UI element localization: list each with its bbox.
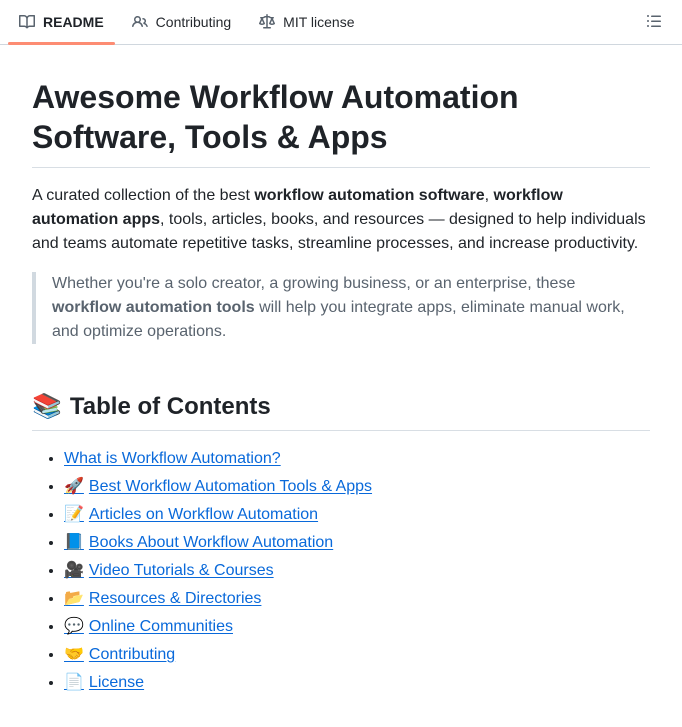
open-folder-emoji-icon: 📂 (64, 590, 84, 607)
movie-camera-emoji-icon: 🎥 (64, 562, 84, 579)
toc-link-label: Best Workflow Automation Tools & Apps (88, 478, 373, 495)
toc-link-license[interactable]: 📄 License (64, 674, 144, 691)
toc-link-label: What is Workflow Automation? (64, 450, 281, 467)
toc-item: 🚀Best Workflow Automation Tools & Apps (64, 475, 650, 499)
toc-link-label: Video Tutorials & Courses (88, 562, 274, 579)
toc-link-label: Books About Workflow Automation (88, 534, 334, 551)
speech-balloon-emoji-icon: 💬 (64, 618, 84, 635)
toc-link-articles[interactable]: 📝 Articles on Workflow Automation (64, 506, 318, 523)
toc-heading-label: Table of Contents (69, 393, 271, 420)
intro-blockquote: Whether you're a solo creator, a growing… (32, 272, 650, 344)
toc-link-label: Online Communities (88, 618, 233, 635)
books-emoji-icon: 📚 (32, 393, 62, 420)
tab-contributing-label: Contributing (155, 14, 232, 30)
readme-article: Awesome Workflow Automation Software, To… (0, 45, 682, 727)
tab-mit-license-label: MIT license (283, 14, 355, 30)
toc-link-best-tools[interactable]: 🚀 Best Workflow Automation Tools & Apps (64, 478, 372, 495)
toc-link-books[interactable]: 📘 Books About Workflow Automation (64, 534, 333, 551)
page-title: Awesome Workflow Automation Software, To… (32, 77, 650, 168)
tab-readme[interactable]: README (8, 0, 115, 45)
intro-paragraph: A curated collection of the best workflo… (32, 187, 646, 252)
outline-toc-button[interactable] (642, 9, 666, 36)
toc-heading: 📚 Table of Contents (32, 392, 650, 431)
memo-emoji-icon: 📝 (64, 506, 84, 523)
tab-mit-license[interactable]: MIT license (248, 0, 365, 44)
toc-item: 📝Articles on Workflow Automation (64, 503, 650, 527)
book-icon (19, 14, 35, 30)
rocket-emoji-icon: 🚀 (64, 478, 84, 495)
people-icon (131, 14, 148, 30)
readme-tab-bar: README Contributing MIT license (0, 0, 682, 45)
toc-link-label: Resources & Directories (88, 590, 262, 607)
toc-link-label: License (88, 674, 145, 691)
toc-link-video-tutorials[interactable]: 🎥 Video Tutorials & Courses (64, 562, 274, 579)
toc-item: 📘Books About Workflow Automation (64, 531, 650, 555)
toc-link-label: Articles on Workflow Automation (88, 506, 319, 523)
list-unordered-icon (646, 13, 662, 32)
tab-contributing[interactable]: Contributing (121, 0, 243, 44)
toc-link-resources[interactable]: 📂 Resources & Directories (64, 590, 261, 607)
toc-item: 🤝Contributing (64, 643, 650, 667)
toc-list: What is Workflow Automation? 🚀Best Workf… (32, 447, 650, 695)
toc-item: 🎥Video Tutorials & Courses (64, 559, 650, 583)
toc-item: What is Workflow Automation? (64, 447, 650, 471)
toc-link-label: Contributing (88, 646, 176, 663)
law-icon (259, 14, 276, 30)
handshake-emoji-icon: 🤝 (64, 646, 84, 663)
blue-book-emoji-icon: 📘 (64, 534, 84, 551)
tab-readme-label: README (43, 14, 104, 30)
toc-link-online-communities[interactable]: 💬 Online Communities (64, 618, 233, 635)
toc-link-what-is-workflow-automation[interactable]: What is Workflow Automation? (64, 450, 281, 467)
toc-item: 💬Online Communities (64, 615, 650, 639)
toc-link-contributing[interactable]: 🤝 Contributing (64, 646, 175, 663)
page-emoji-icon: 📄 (64, 674, 84, 691)
toc-item: 📄License (64, 671, 650, 695)
toc-item: 📂Resources & Directories (64, 587, 650, 611)
